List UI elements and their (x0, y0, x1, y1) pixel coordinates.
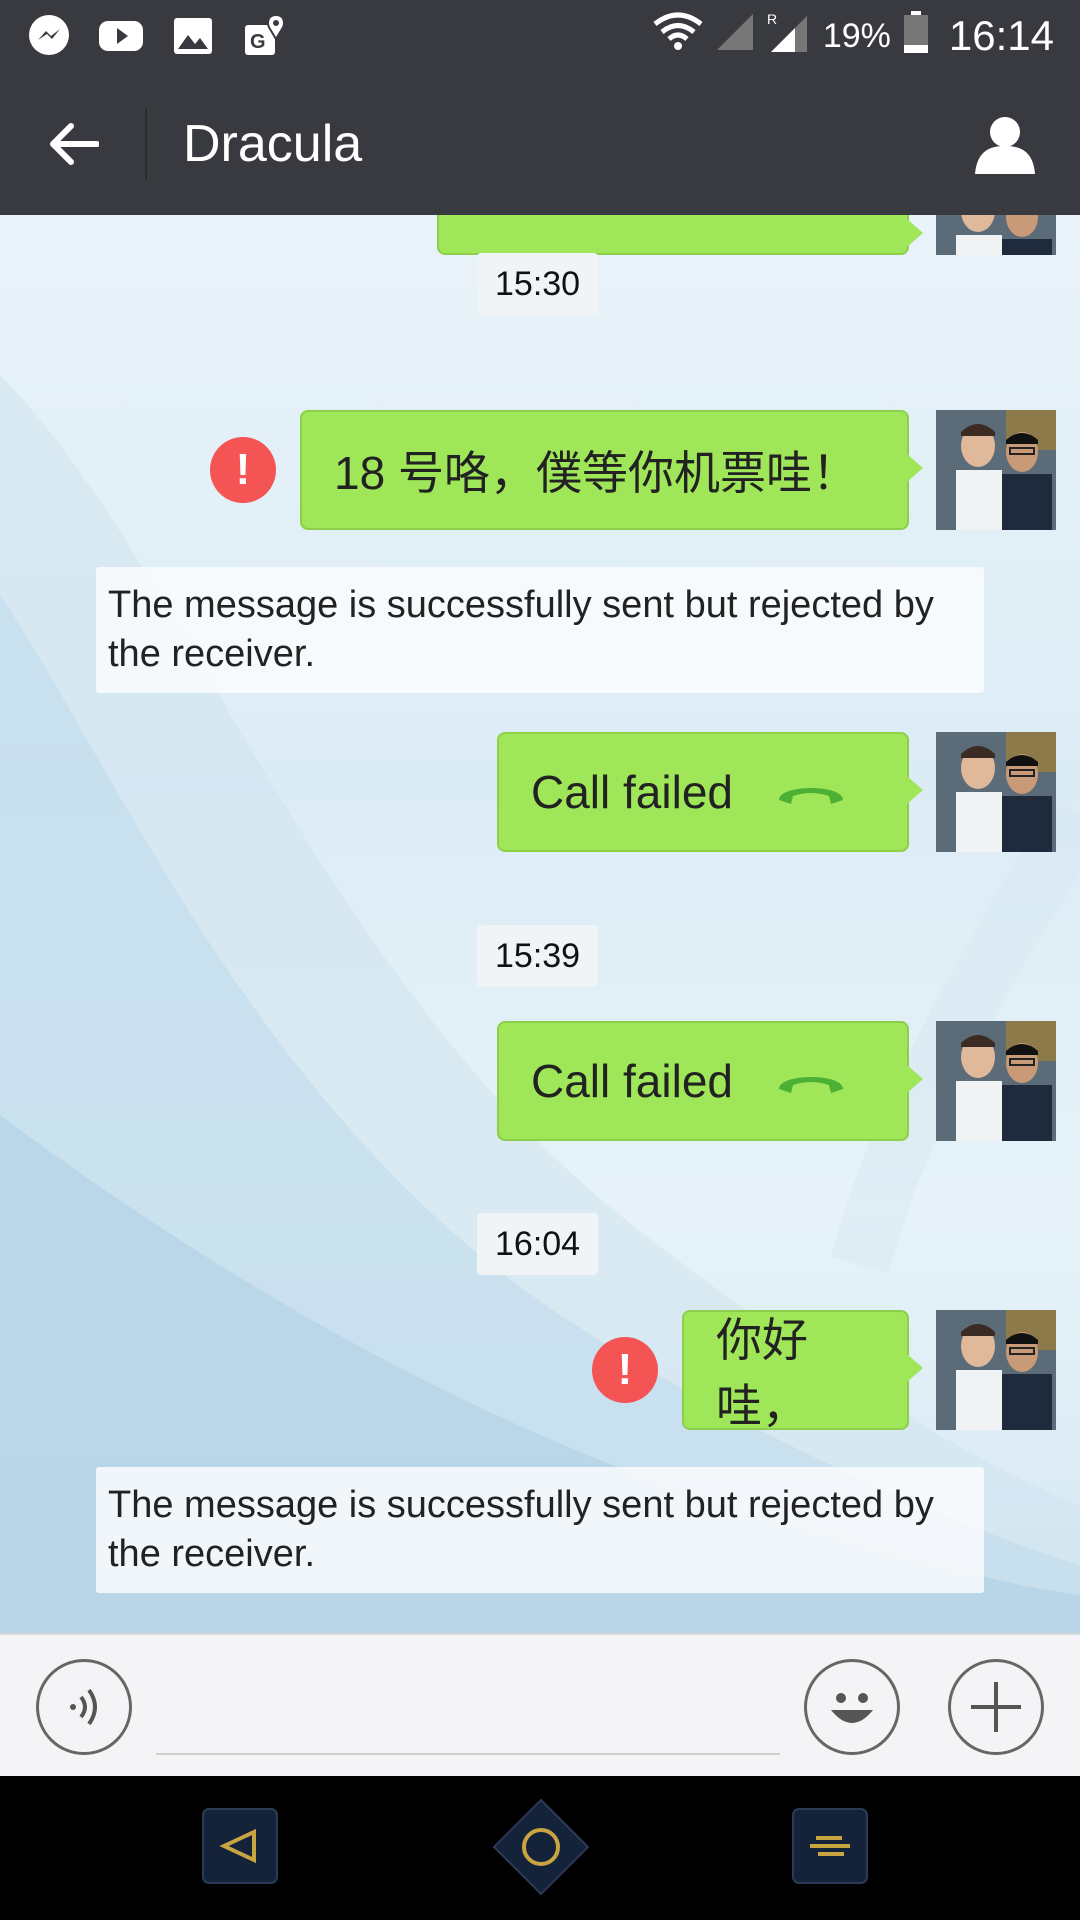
nav-home-button[interactable] (492, 1798, 590, 1896)
rejected-notice: The message is successfully sent but rej… (96, 567, 984, 693)
timestamp: 16:04 (477, 1213, 599, 1275)
triangle-back-icon (202, 1808, 278, 1884)
message-text: 18 号咯，僕等你机票哇！ (334, 447, 858, 499)
call-message-bubble[interactable]: Call failed (497, 1021, 923, 1141)
circle-home-icon (492, 1798, 590, 1896)
svg-text:G: G (250, 31, 266, 53)
signal-icon-sim2: R (767, 10, 811, 63)
message-text: Call failed (531, 766, 733, 818)
message-bubble-partial[interactable] (437, 215, 923, 255)
clock: 16:14 (948, 12, 1054, 59)
rejected-notice: The message is successfully sent but rej… (96, 1467, 984, 1593)
message-text: 你好哇， (716, 1314, 808, 1432)
message-input[interactable] (156, 1665, 780, 1755)
nav-back-button[interactable] (202, 1808, 278, 1884)
chat-header: Dracula (0, 72, 1080, 215)
phone-icon (775, 1054, 847, 1108)
message-bubble[interactable]: 18 号咯，僕等你机票哇！ (300, 410, 923, 530)
recents-icon (792, 1808, 868, 1884)
smiley-icon (831, 1693, 873, 1723)
person-icon (975, 116, 1035, 174)
battery-icon (903, 10, 929, 62)
chat-message-list[interactable]: 15:30 ! 18 号咯，僕等你机票哇！ The message is suc… (0, 215, 1080, 1633)
nav-recents-button[interactable] (792, 1808, 868, 1884)
signal-icon-sim1 (715, 12, 755, 61)
more-options-button[interactable] (948, 1659, 1044, 1755)
wifi-icon (653, 12, 703, 61)
back-arrow-icon (49, 122, 99, 165)
status-bar: G R 19% 16:14 (0, 0, 1080, 72)
message-text: Call failed (531, 1055, 733, 1107)
wechat-chat-screen: G R 19% 16:14 Dracula 15:30 ! 18 号咯，僕等你机… (0, 0, 1080, 1920)
chat-info-button[interactable] (930, 72, 1080, 215)
voice-icon (70, 1688, 97, 1726)
system-nav-bar (0, 1776, 1080, 1920)
avatar[interactable] (936, 732, 1056, 852)
timestamp: 15:30 (477, 253, 599, 315)
svg-text:R: R (767, 11, 777, 27)
plus-icon (971, 1682, 1021, 1732)
voice-input-button[interactable] (36, 1659, 132, 1755)
battery-percent: 19% (822, 16, 891, 55)
call-message-bubble[interactable]: Call failed (497, 732, 923, 852)
avatar[interactable] (936, 1021, 1056, 1141)
youtube-icon (98, 13, 144, 59)
avatar (936, 215, 1056, 255)
message-bubble[interactable]: 你好哇， (682, 1310, 923, 1432)
emoji-button[interactable] (804, 1659, 900, 1755)
phone-icon (775, 765, 847, 819)
avatar[interactable] (936, 410, 1056, 530)
maps-icon: G (242, 13, 288, 59)
page-title: Dracula (183, 114, 363, 173)
send-failed-icon[interactable]: ! (592, 1337, 658, 1403)
gallery-icon (170, 13, 216, 59)
send-failed-icon[interactable]: ! (210, 437, 276, 503)
avatar[interactable] (936, 1310, 1056, 1430)
messenger-icon (26, 13, 72, 59)
back-button[interactable] (0, 72, 145, 215)
timestamp: 15:39 (477, 925, 599, 987)
message-input-bar (0, 1633, 1080, 1776)
header-divider (145, 107, 147, 180)
